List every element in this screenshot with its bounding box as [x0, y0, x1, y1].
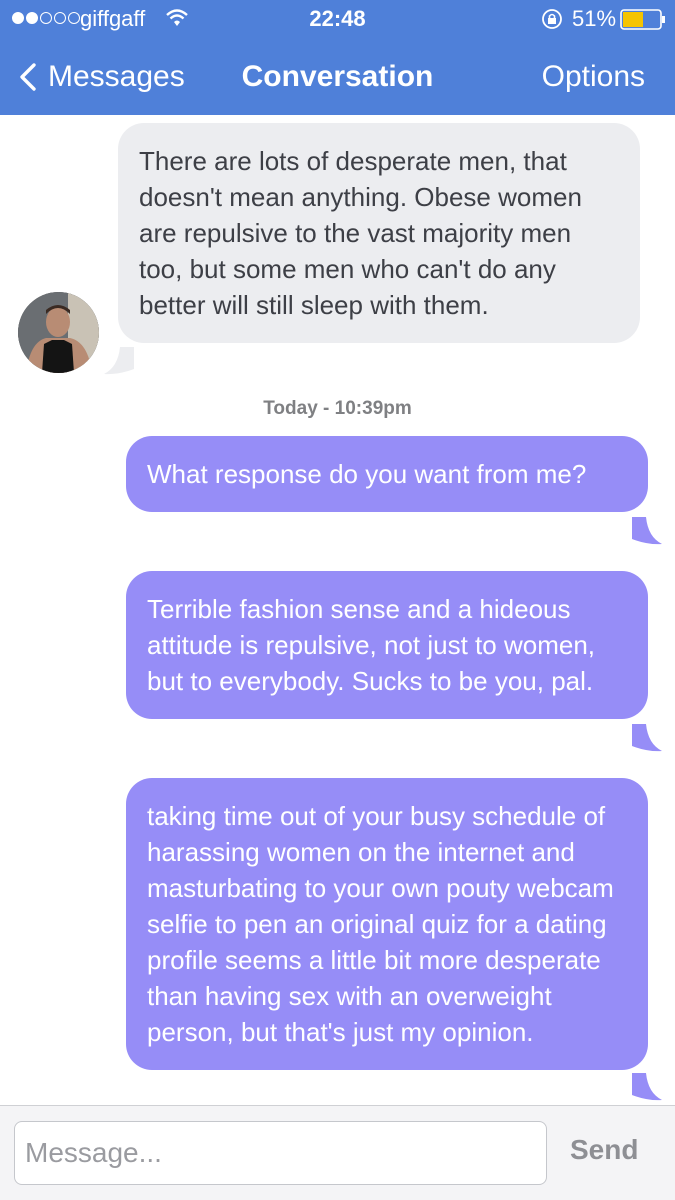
navigation-bar: Messages Conversation Options: [0, 38, 675, 115]
send-button[interactable]: Send: [570, 1134, 638, 1166]
message-bubble-incoming[interactable]: There are lots of desperate men, that do…: [118, 123, 640, 343]
message-bubble-outgoing[interactable]: What response do you want from me?: [126, 436, 648, 512]
message-input[interactable]: [14, 1121, 547, 1185]
header: giffgaff 22:48 51% Messages Conversation…: [0, 0, 675, 115]
composer-bar: Send: [0, 1105, 675, 1200]
options-button[interactable]: Options: [542, 60, 645, 94]
status-bar: giffgaff 22:48 51%: [0, 0, 675, 38]
outgoing-bubble-tail: [632, 1073, 662, 1101]
avatar-photo: [18, 292, 99, 373]
message-timestamp: Today - 10:39pm: [263, 398, 412, 419]
battery-icon: [620, 9, 665, 30]
back-button[interactable]: Messages: [18, 60, 185, 94]
back-button-label: Messages: [48, 60, 185, 93]
outgoing-bubble-tail: [632, 724, 662, 752]
incoming-bubble-tail: [104, 347, 134, 375]
chevron-left-icon: [20, 63, 36, 91]
message-bubble-outgoing[interactable]: taking time out of your busy schedule of…: [126, 778, 648, 1070]
message-list[interactable]: There are lots of desperate men, that do…: [0, 115, 675, 1105]
outgoing-bubble-tail: [632, 517, 662, 545]
message-bubble-outgoing[interactable]: Terrible fashion sense and a hideous att…: [126, 571, 648, 719]
battery-percentage: 51%: [572, 6, 617, 31]
contact-avatar[interactable]: [18, 292, 99, 373]
rotation-lock-icon: [542, 9, 562, 29]
